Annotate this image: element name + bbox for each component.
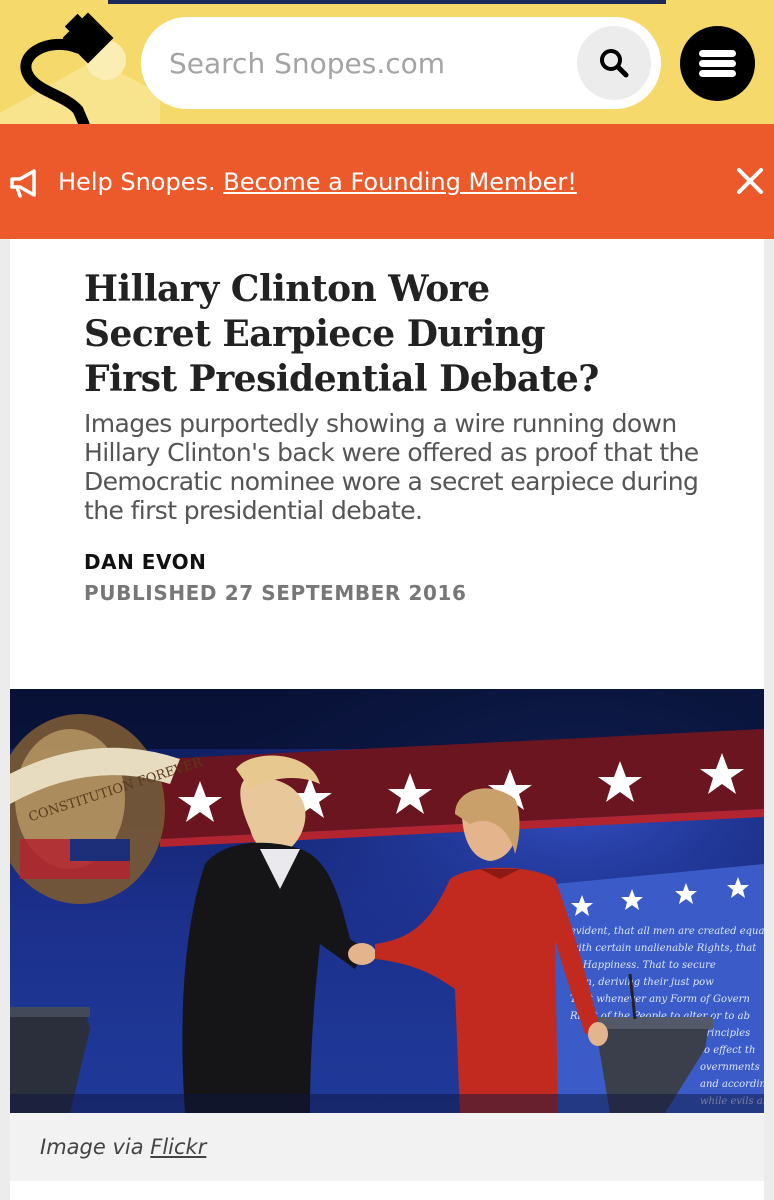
article-subtitle: Images purportedly showing a wire runnin… [84,409,699,525]
article-card: Hillary Clinton Wore Secret Earpiece Dur… [10,239,764,1200]
svg-text:and according: and according [700,1079,764,1090]
svg-text:to effect th: to effect th [700,1045,755,1056]
close-icon[interactable] [736,167,764,195]
svg-text:of Happiness. That to secure: of Happiness. That to secure [570,960,716,971]
flickr-link[interactable]: Flickr [150,1135,206,1159]
article-title: Hillary Clinton Wore Secret Earpiece Dur… [84,268,599,400]
svg-text:overnments: overnments [700,1062,760,1073]
search-bar [141,17,661,109]
founding-member-link[interactable]: Become a Founding Member! [223,168,577,196]
menu-button[interactable] [680,26,755,101]
site-header [0,0,774,124]
search-input[interactable] [169,39,569,87]
search-icon [600,49,629,78]
banner-message: Help Snopes. Become a Founding Member! [58,168,577,196]
header-top-strip [108,0,666,4]
membership-banner: Help Snopes. Become a Founding Member! [0,124,774,239]
svg-text:with certain unalienable Right: with certain unalienable Rights, that [570,943,757,954]
svg-text:men, deriving their just pow: men, deriving their just pow [570,977,714,988]
article-featured-image[interactable]: CONSTITUTION FOREVER evident, that all m… [10,689,764,1113]
debate-stage-photo: CONSTITUTION FOREVER evident, that all m… [10,689,764,1113]
megaphone-icon [10,169,36,198]
snopes-logo-icon[interactable] [0,0,160,124]
caption-prefix: Image via [40,1135,144,1159]
search-button[interactable] [577,26,651,100]
banner-lead: Help Snopes. [58,168,216,196]
svg-text:evident, that all men are crea: evident, that all men are created equal, [570,926,764,937]
article-published-date: PUBLISHED 27 SEPTEMBER 2016 [84,581,467,605]
article-author[interactable]: DAN EVON [84,550,206,574]
svg-text:That whenever any Form of Gove: That whenever any Form of Govern [570,994,750,1005]
image-caption: Image via Flickr [40,1135,206,1159]
image-caption-bar: Image via Flickr [10,1113,764,1181]
hamburger-menu-icon [699,50,736,57]
